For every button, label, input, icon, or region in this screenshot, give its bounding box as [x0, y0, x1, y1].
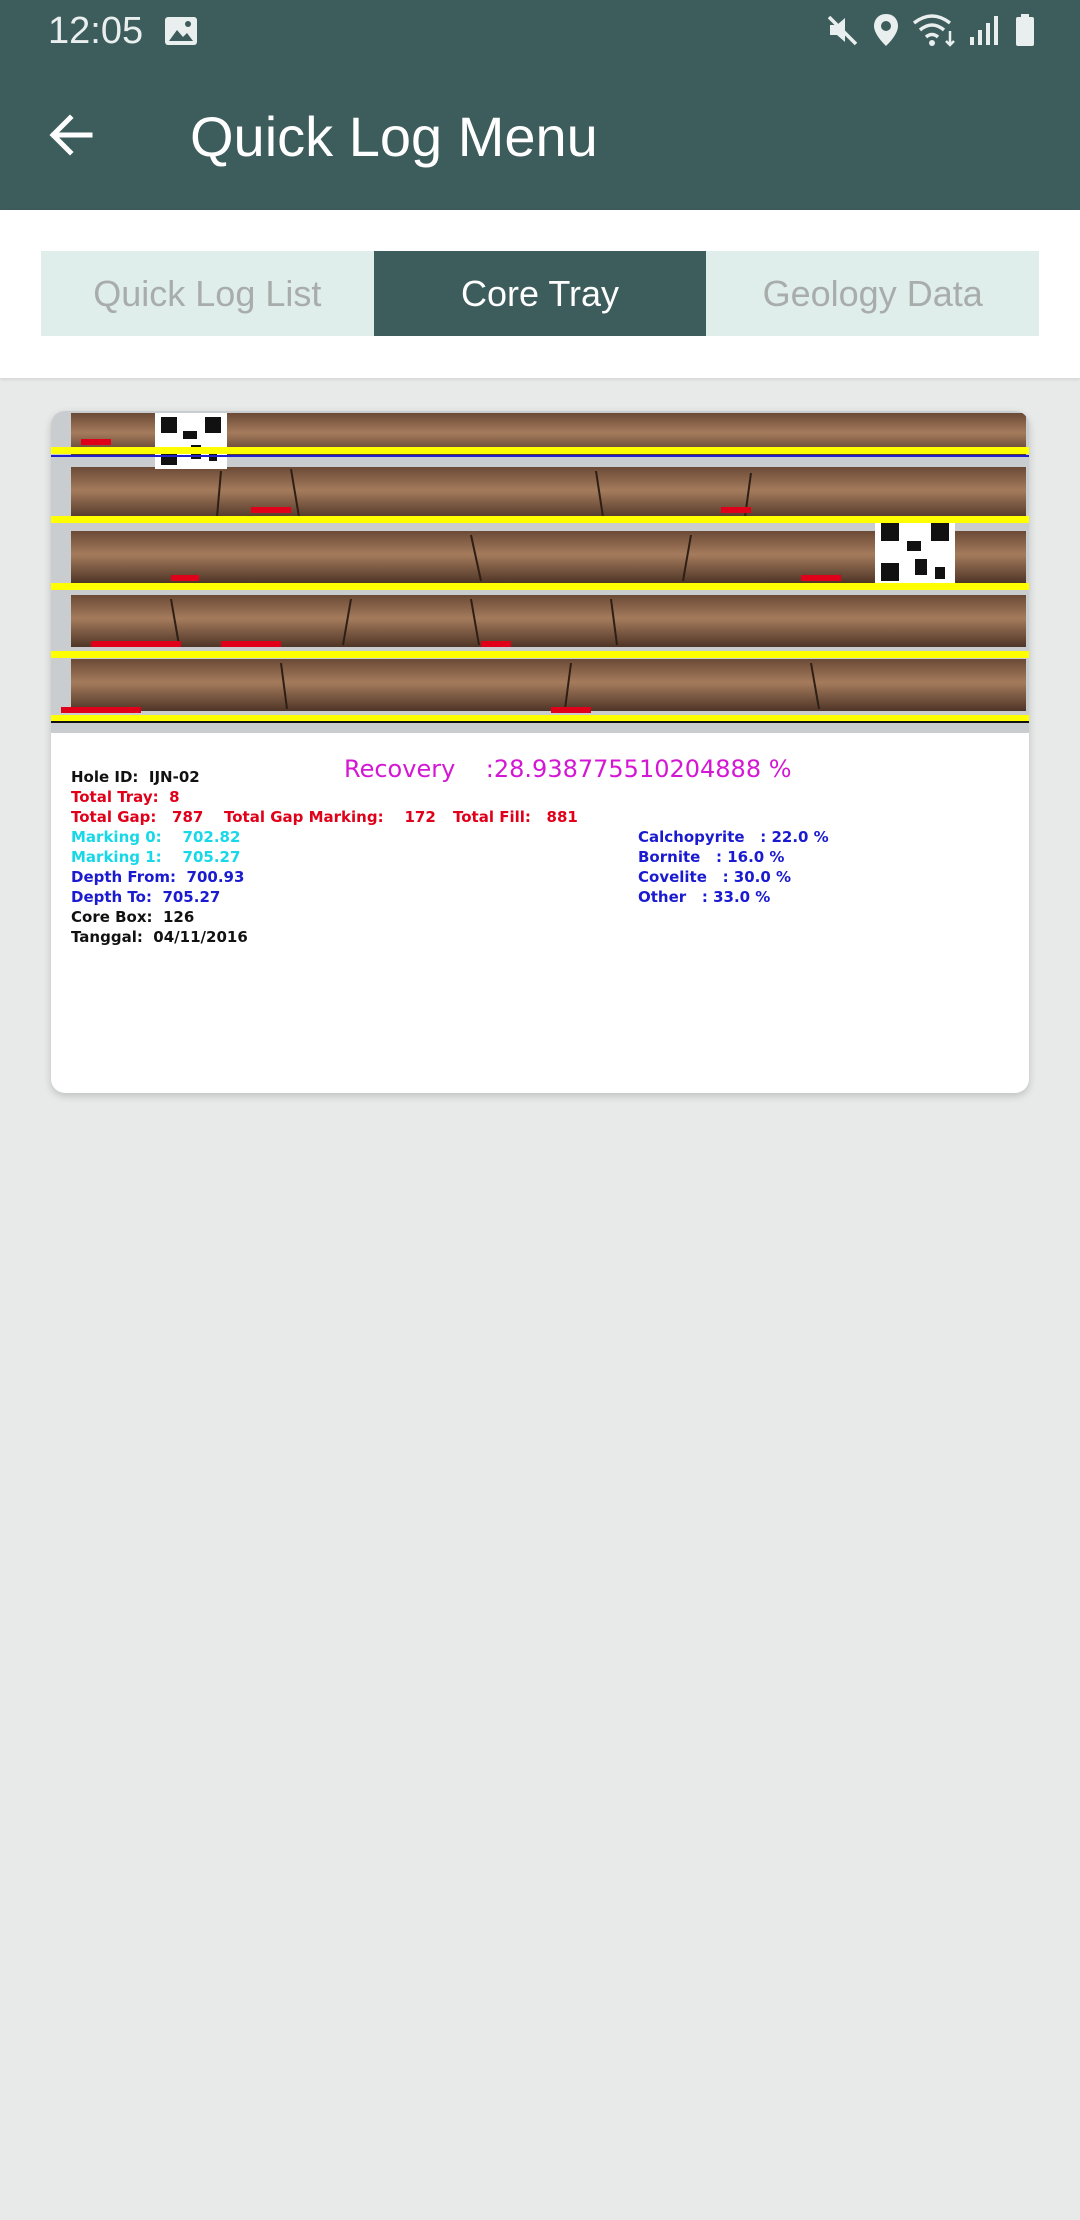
- hole-id-label: Hole ID:: [71, 768, 139, 786]
- core-box-value: 126: [162, 908, 195, 926]
- mineral-name: Covelite: [638, 868, 707, 886]
- total-gap-label: Total Gap:: [71, 808, 157, 826]
- qr-code-icon: [875, 517, 955, 587]
- back-button[interactable]: [44, 110, 104, 160]
- depth-from-label: Depth From:: [71, 868, 177, 886]
- hole-id-value: IJN-02: [148, 768, 200, 786]
- core-tray-photo: [51, 411, 1029, 753]
- total-gap-marking-value: 172: [404, 808, 436, 826]
- total-gap-marking-label: Total Gap Marking:: [224, 808, 384, 826]
- core-tray-info: Recovery :28.938775510204888 % Hole ID: …: [51, 753, 1029, 1093]
- tab-quick-log-list[interactable]: Quick Log List: [41, 251, 374, 336]
- total-fill-label: Total Fill:: [453, 808, 531, 826]
- total-fill-value: 881: [546, 808, 578, 826]
- marking1-label: Marking 1:: [71, 848, 162, 866]
- mineral-value: : 33.0 %: [701, 888, 771, 906]
- core-tray-card[interactable]: Recovery :28.938775510204888 % Hole ID: …: [51, 411, 1029, 1093]
- recovery-label: Recovery: [344, 755, 456, 783]
- mineral-name: Calchopyrite: [638, 828, 745, 846]
- app-header: 12:05 Quick Log Menu: [0, 0, 1080, 210]
- depth-to-label: Depth To:: [71, 888, 152, 906]
- qr-code-icon: [155, 413, 227, 469]
- marking0-value: 702.82: [182, 828, 241, 846]
- tab-core-tray[interactable]: Core Tray: [373, 251, 707, 336]
- wifi-icon: [912, 13, 956, 52]
- mineral-value: : 22.0 %: [760, 828, 829, 846]
- tanggal-value: 04/11/2016: [153, 928, 248, 946]
- signal-icon: [968, 13, 1002, 52]
- recovery-value: :28.938775510204888 %: [485, 755, 792, 783]
- mineral-name: Other: [638, 888, 687, 906]
- location-icon: [872, 12, 900, 53]
- mute-icon: [826, 13, 860, 52]
- depth-to-value: 705.27: [162, 888, 221, 906]
- page-title: Quick Log Menu: [190, 105, 598, 168]
- image-icon: [164, 16, 198, 46]
- mineral-value: : 30.0 %: [722, 868, 792, 886]
- arrow-left-icon: [49, 114, 93, 156]
- marking1-value: 705.27: [182, 848, 241, 866]
- core-box-label: Core Box:: [71, 908, 153, 926]
- total-tray-label: Total Tray:: [71, 788, 159, 806]
- battery-icon: [1014, 13, 1036, 52]
- tab-geology-data[interactable]: Geology Data: [706, 251, 1040, 336]
- tab-bar: Quick Log List Core Tray Geology Data: [41, 251, 1040, 336]
- mineral-value: : 16.0 %: [715, 848, 785, 866]
- depth-from-value: 700.93: [186, 868, 245, 886]
- marking0-label: Marking 0:: [71, 828, 162, 846]
- status-bar: 12:05: [0, 0, 1080, 64]
- status-time: 12:05: [48, 10, 144, 52]
- total-tray-value: 8: [169, 788, 180, 806]
- tab-bar-container: Quick Log List Core Tray Geology Data: [0, 210, 1080, 378]
- total-gap-value: 787: [172, 808, 204, 826]
- mineral-name: Bornite: [638, 848, 701, 866]
- tanggal-label: Tanggal:: [71, 928, 143, 946]
